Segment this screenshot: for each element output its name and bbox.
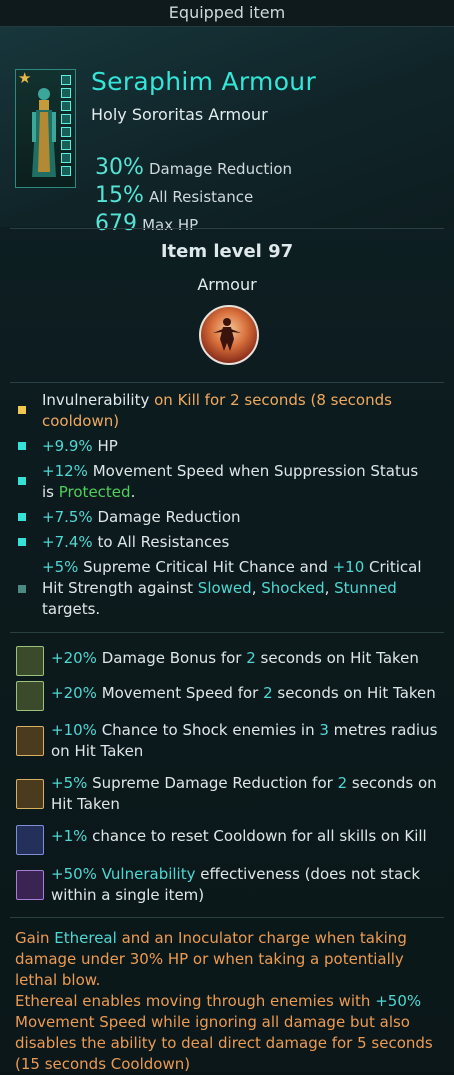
affix-bullet-icon: [18, 477, 26, 485]
affix-bullet-icon: [18, 538, 26, 546]
item-type: Armour: [197, 275, 257, 294]
affix-bullet-icon: [18, 513, 26, 521]
armour-type-icon[interactable]: [199, 305, 259, 365]
affix-bullet-icon: [18, 585, 26, 593]
pip-icon: [61, 75, 71, 85]
description-line: damage under 30% HP or when taking a pot…: [15, 950, 404, 968]
pip-icon: [61, 127, 71, 137]
blessing-green-icon[interactable]: [16, 646, 44, 676]
item-tooltip-panel: Equipped item ★ Seraphim Armour Holy Sor…: [0, 0, 454, 1075]
blessing-blue-icon[interactable]: [16, 825, 44, 855]
upgrade-pips: [61, 75, 71, 179]
item-subtitle: Holy Sororitas Armour: [91, 105, 268, 124]
divider: [10, 632, 444, 633]
pip-icon: [61, 153, 71, 163]
pip-icon: [61, 88, 71, 98]
fighter-silhouette-icon: [213, 318, 241, 351]
legendary-description: Gain Ethereal and an Inoculator charge w…: [15, 928, 445, 1075]
divider: [10, 917, 444, 918]
blessing-green-icon[interactable]: [16, 681, 44, 711]
description-line: Movement Speed while ignoring all damage…: [15, 1013, 410, 1031]
description-line: disables the ability to deal direct dama…: [15, 1034, 433, 1052]
stat-label: Damage Reduction: [149, 160, 293, 178]
stat-label: All Resistance: [149, 188, 254, 206]
blessing-gold-icon[interactable]: [16, 779, 44, 809]
item-header: ★ Seraphim Armour Holy Sororitas Armour …: [0, 27, 454, 236]
item-level: Item level 97: [160, 241, 294, 262]
stat-value: 30%: [95, 155, 144, 180]
item-portrait[interactable]: ★: [15, 69, 76, 188]
pip-icon: [61, 140, 71, 150]
affix-bullet-icon: [18, 442, 26, 450]
divider: [10, 382, 444, 383]
pip-icon: [61, 166, 71, 176]
legendary-bullet-icon: [18, 406, 26, 414]
description-line: Ethereal enables moving through enemies …: [15, 992, 422, 1010]
stat-label: Max HP: [142, 216, 199, 234]
description-line: Gain Ethereal and an Inoculator charge w…: [15, 929, 407, 947]
pip-icon: [61, 101, 71, 111]
stat-damage-reduction: 30% Damage Reduction: [95, 155, 292, 180]
armour-figure-icon: [32, 88, 56, 177]
stat-max-hp: 679 Max HP: [95, 211, 198, 236]
pip-icon: [61, 114, 71, 124]
stat-value: 15%: [95, 183, 144, 208]
blessing-gold-icon[interactable]: [16, 726, 44, 756]
stat-value: 679: [95, 211, 137, 236]
blessing-purple-icon[interactable]: [16, 870, 44, 900]
description-line: lethal blow.: [15, 971, 101, 989]
divider: [10, 228, 444, 229]
item-name: Seraphim Armour: [91, 67, 317, 96]
stat-all-resistance: 15% All Resistance: [95, 183, 253, 208]
window-title: Equipped item: [168, 3, 286, 22]
window-title-bar: Equipped item: [0, 0, 454, 27]
